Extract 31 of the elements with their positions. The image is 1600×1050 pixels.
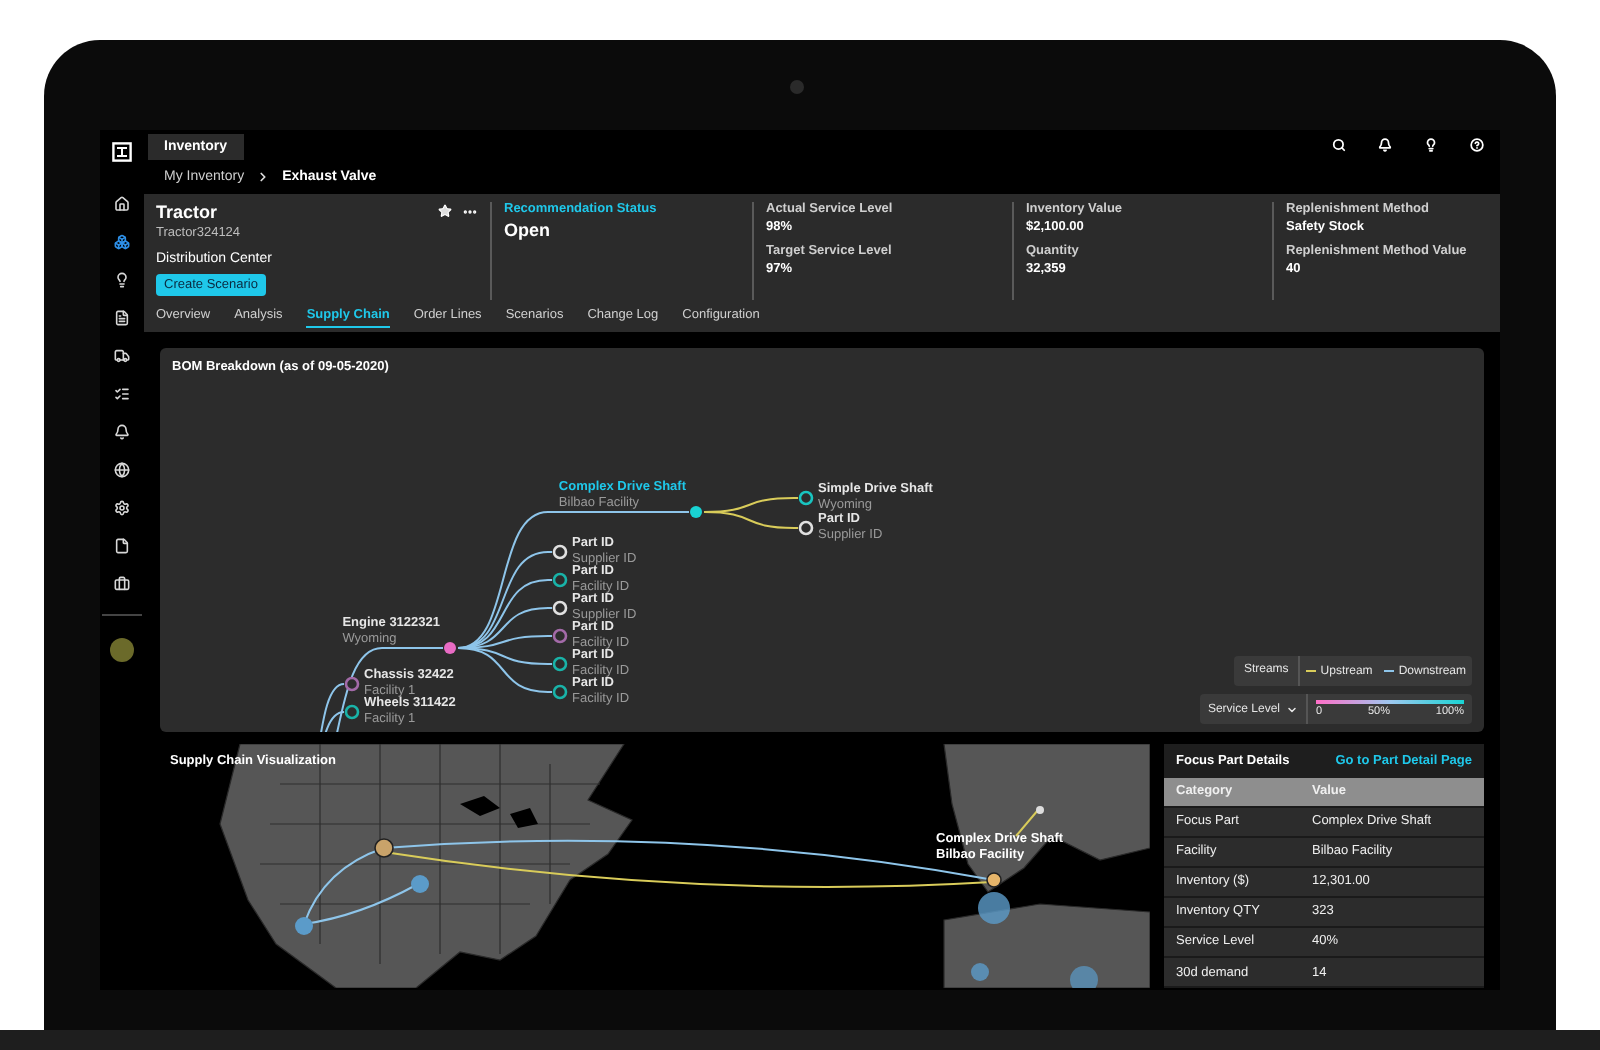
- file-icon[interactable]: [110, 534, 134, 558]
- lightbulb-icon[interactable]: [1424, 138, 1438, 152]
- tree-node[interactable]: [552, 656, 568, 672]
- document-icon[interactable]: [110, 306, 134, 330]
- tree-node[interactable]: [444, 642, 456, 654]
- truck-icon[interactable]: [110, 344, 134, 368]
- star-icon[interactable]: [438, 204, 452, 220]
- logo-icon: [112, 142, 132, 162]
- boxes-icon[interactable]: [110, 230, 134, 254]
- globe-icon[interactable]: [110, 458, 134, 482]
- bell-icon[interactable]: [110, 420, 134, 444]
- tree-node[interactable]: [552, 628, 568, 644]
- tree-node[interactable]: [552, 684, 568, 700]
- caret-icon: [1286, 703, 1298, 715]
- tree-node[interactable]: [344, 676, 360, 692]
- camera-lens: [790, 80, 804, 94]
- help-icon[interactable]: [1470, 138, 1484, 152]
- more-icon[interactable]: [462, 204, 478, 220]
- home-icon[interactable]: [110, 192, 134, 216]
- tree-node[interactable]: [552, 572, 568, 588]
- stat-value: Open: [504, 220, 553, 240]
- search-icon[interactable]: [1332, 138, 1346, 152]
- settings-icon[interactable]: [110, 496, 134, 520]
- item-title: Tractor: [156, 202, 218, 222]
- user-avatar[interactable]: [110, 638, 134, 662]
- tree-node[interactable]: [798, 490, 814, 506]
- chevron-icon: [256, 170, 271, 184]
- bell-icon[interactable]: [1378, 138, 1392, 152]
- tree-node[interactable]: [344, 704, 360, 720]
- briefcase-icon[interactable]: [110, 572, 134, 596]
- tree-node[interactable]: [690, 506, 702, 518]
